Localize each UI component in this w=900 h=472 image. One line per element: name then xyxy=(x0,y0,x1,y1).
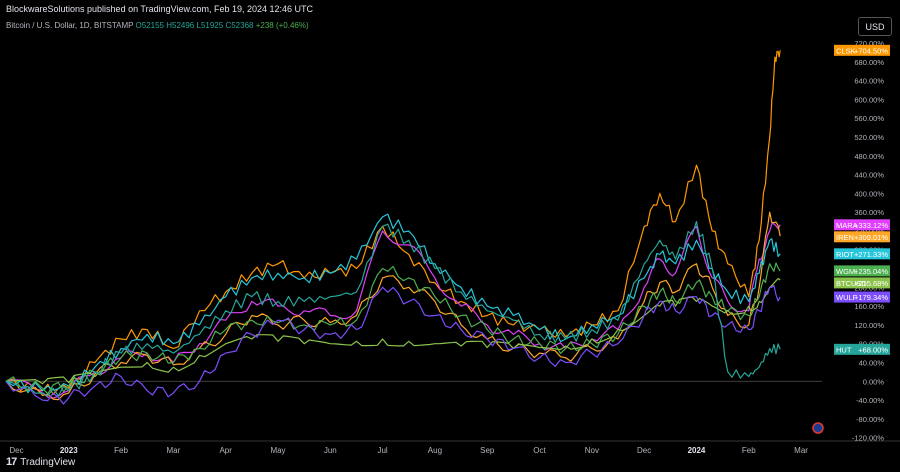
series-line-hut xyxy=(5,221,781,397)
series-tag-riot: RIOT +271.33% xyxy=(834,248,890,260)
tradingview-label: TradingView xyxy=(20,456,76,468)
series-tag-name: HUT xyxy=(836,345,852,354)
series-tag-clsk: CLSK+704.50% xyxy=(834,44,890,56)
y-tick-label: 160.00% xyxy=(854,302,884,311)
x-tick-label: Jun xyxy=(324,446,337,455)
x-tick-label: Jul xyxy=(377,446,387,455)
tradingview-logo-icon: 17 xyxy=(6,456,17,468)
x-tick-label: Dec xyxy=(9,446,23,455)
y-tick-label: -40.00% xyxy=(856,396,884,405)
series-tag-mara: MARA+333.12% xyxy=(834,219,890,231)
series-tag-iren: IREN +309.01% xyxy=(834,231,890,243)
x-tick-label: Dec xyxy=(637,446,651,455)
series-tag-value: +215.68% xyxy=(854,279,888,288)
y-tick-label: 0.00% xyxy=(863,377,885,386)
series-tag-value: +235.04% xyxy=(854,267,888,276)
price-chart[interactable]: 720.00%680.00%640.00%600.00%560.00%520.0… xyxy=(0,0,900,472)
y-tick-label: 640.00% xyxy=(854,77,884,86)
y-tick-label: 120.00% xyxy=(854,321,884,330)
y-tick-label: 480.00% xyxy=(854,152,884,161)
y-tick-label: 40.00% xyxy=(859,358,885,367)
series-tag-value: +333.12% xyxy=(854,221,888,230)
x-tick-label: Feb xyxy=(114,446,128,455)
series-tag-name: RIOT xyxy=(836,250,854,259)
x-tick-label: Oct xyxy=(533,446,546,455)
y-tick-label: 440.00% xyxy=(854,171,884,180)
y-tick-label: 560.00% xyxy=(854,114,884,123)
footer-branding: 17 TradingView xyxy=(6,456,75,468)
y-tick-label: 360.00% xyxy=(854,208,884,217)
x-tick-label: Feb xyxy=(742,446,756,455)
series-tag-value: +271.33% xyxy=(854,250,888,259)
y-tick-label: -120.00% xyxy=(852,434,884,443)
series-tag-wgmi: WGMI+235.04% xyxy=(834,265,890,277)
series-line-mara xyxy=(5,223,781,399)
series-line-wgmi xyxy=(5,262,781,395)
x-tick-label: 2024 xyxy=(688,446,706,455)
series-tag-btcusd: BTCUSD+215.68% xyxy=(834,277,890,289)
y-tick-label: 600.00% xyxy=(854,95,884,104)
series-tag-name: CLSK xyxy=(836,46,856,55)
series-tag-value: +704.50% xyxy=(854,46,888,55)
x-tick-label: Mar xyxy=(794,446,808,455)
series-tag-value: +68.00% xyxy=(858,345,888,354)
series-line-btcusd xyxy=(5,277,781,385)
x-tick-label: Aug xyxy=(428,446,442,455)
x-tick-label: Apr xyxy=(219,446,232,455)
series-tag-wulf: WULF+179.34% xyxy=(834,291,890,303)
series-tag-value: +179.34% xyxy=(854,293,888,302)
x-tick-label: Nov xyxy=(585,446,599,455)
series-tag-name: IREN xyxy=(836,233,854,242)
y-tick-label: 400.00% xyxy=(854,189,884,198)
series-tag-hut: HUT +68.00% xyxy=(834,343,890,355)
series-line-wulf xyxy=(5,284,781,405)
x-tick-label: May xyxy=(270,446,285,455)
flag-icon xyxy=(812,422,824,434)
x-tick-label: Sep xyxy=(480,446,495,455)
series-line-clsk xyxy=(5,50,781,396)
x-tick-label: 2023 xyxy=(60,446,78,455)
x-tick-label: Mar xyxy=(166,446,180,455)
y-tick-label: 520.00% xyxy=(854,133,884,142)
y-tick-label: -80.00% xyxy=(856,415,884,424)
series-tag-value: +309.01% xyxy=(854,233,888,242)
y-tick-label: 680.00% xyxy=(854,58,884,67)
